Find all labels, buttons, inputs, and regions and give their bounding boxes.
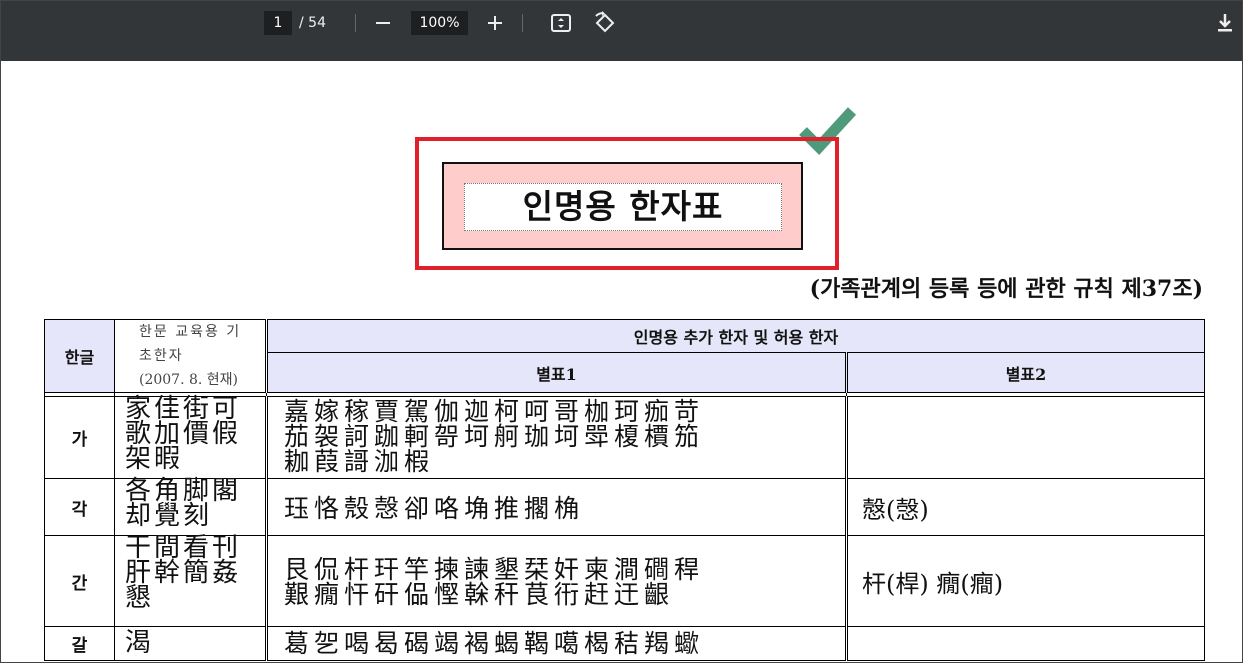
document-page: 인명용 한자표 (가족관계의 등록 등에 관한 규칙 제37조) 한글 한문 교… bbox=[1, 61, 1242, 662]
row-table2-hanja bbox=[845, 396, 1205, 479]
header-table2: 별표2 bbox=[845, 352, 1205, 393]
header-edu-hanja: 한문 교육용 기 초한자 (2007. 8. 현재) bbox=[114, 319, 267, 393]
zoom-in-button[interactable] bbox=[482, 10, 508, 36]
header-added-hanja: 인명용 추가 한자 및 허용 한자 bbox=[265, 319, 1205, 353]
fit-page-button[interactable] bbox=[548, 10, 574, 36]
download-icon bbox=[1218, 14, 1232, 32]
row-table1-hanja: 珏恪殼愨卻咯埆推擱桷 bbox=[265, 478, 847, 536]
row-edu-hanja: 渴 bbox=[114, 626, 267, 661]
row-hangul: 각 bbox=[44, 478, 115, 536]
document-subtitle: (가족관계의 등록 등에 관한 규칙 제37조) bbox=[809, 276, 1203, 302]
minus-icon bbox=[376, 22, 390, 24]
row-table2-hanja bbox=[845, 626, 1205, 661]
table-row: 각 各角脚閣 却覺刻 珏恪殼愨卻咯埆推擱桷 慤(愨) bbox=[44, 478, 1205, 536]
header-hangul: 한글 bbox=[44, 319, 115, 393]
row-hangul: 가 bbox=[44, 396, 115, 479]
zoom-out-button[interactable] bbox=[370, 10, 396, 36]
pdf-toolbar: 1 / 54 100% bbox=[1, 1, 1242, 61]
page-total: / 54 bbox=[299, 15, 326, 31]
document-title: 인명용 한자표 bbox=[464, 183, 782, 231]
row-hangul: 갈 bbox=[44, 626, 115, 661]
toolbar-divider bbox=[522, 14, 523, 32]
rotate-icon bbox=[595, 11, 615, 33]
toolbar-divider bbox=[355, 14, 356, 32]
header-table1: 별표1 bbox=[265, 352, 847, 393]
fit-page-icon bbox=[551, 14, 571, 32]
row-table1-hanja: 葛乫喝曷碣竭褐蝎鞨噶楬秸羯蠍 bbox=[265, 626, 847, 661]
download-button[interactable] bbox=[1212, 10, 1238, 36]
hanja-table: 한글 한문 교육용 기 초한자 (2007. 8. 현재) 인명용 추가 한자 … bbox=[44, 319, 1205, 661]
zoom-level-input[interactable]: 100% bbox=[411, 11, 468, 35]
pdf-viewer-window: 1 / 54 100% 인명용 한자표 (가족관계의 등록 등에 관한 규칙 제… bbox=[0, 0, 1243, 663]
row-hangul: 간 bbox=[44, 535, 115, 627]
table-row: 간 干間看刊 肝幹簡姦 懇 艮侃杆玕竿揀諫墾栞奸柬澗磵稈 艱癇忓矸偘慳榦秆茛衎赶… bbox=[44, 535, 1205, 627]
row-table2-hanja: 慤(愨) bbox=[845, 478, 1205, 536]
row-table1-hanja: 嘉嫁稼賈駕伽迦柯呵哥枷珂痂苛 茄袈訶跏軻哿坷舸珈坷斝榎檟笳 耞葭謌泇椵 bbox=[265, 396, 847, 479]
page-number-input[interactable]: 1 bbox=[264, 11, 292, 35]
row-edu-hanja: 家佳街可 歌加價假 架暇 bbox=[114, 396, 267, 479]
row-edu-hanja: 各角脚閣 却覺刻 bbox=[114, 478, 267, 536]
row-table2-hanja: 杆(桿) 癇(癎) bbox=[845, 535, 1205, 627]
row-edu-hanja: 干間看刊 肝幹簡姦 懇 bbox=[114, 535, 267, 627]
table-row: 가 家佳街可 歌加價假 架暇 嘉嫁稼賈駕伽迦柯呵哥枷珂痂苛 茄袈訶跏軻哿坷舸珈坷… bbox=[44, 396, 1205, 479]
rotate-button[interactable] bbox=[592, 10, 618, 36]
plus-icon bbox=[488, 16, 502, 30]
table-row: 갈 渴 葛乫喝曷碣竭褐蝎鞨噶楬秸羯蠍 bbox=[44, 626, 1205, 661]
row-table1-hanja: 艮侃杆玕竿揀諫墾栞奸柬澗磵稈 艱癇忓矸偘慳榦秆茛衎赶迀齦 bbox=[265, 535, 847, 627]
